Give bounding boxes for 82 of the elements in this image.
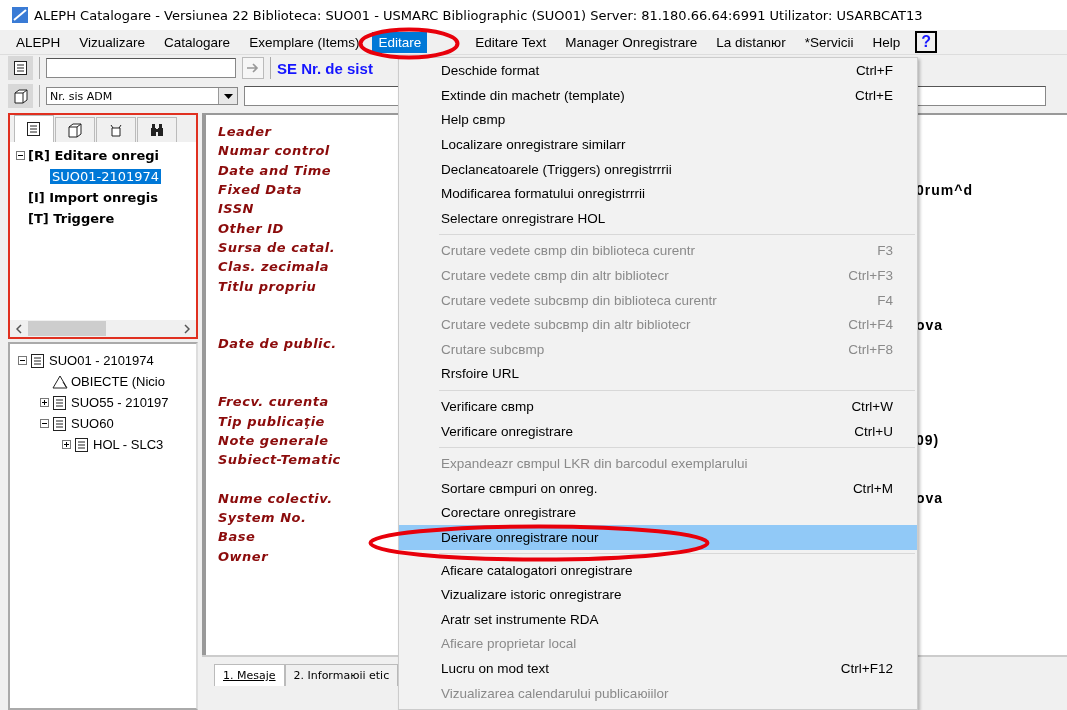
field-label: Titlu propriu — [218, 278, 318, 294]
tab[interactable]: 2. Informaюii etic — [284, 664, 399, 686]
record-edit-button[interactable] — [8, 56, 33, 80]
field-value: 0rum^d — [916, 181, 974, 198]
tree-item[interactable]: [R] Editare onregi — [28, 148, 159, 163]
window-title: ALEPH Catalogare - Versiunea 22 Biblioteca: SUO01 - USMARC Bibliographic (SUO01) Server: 81.180.66.64:6991 Utilizator: USARBCAT13 — [34, 7, 923, 23]
panel-tab[interactable] — [14, 115, 54, 142]
field-label: Subiect-Tematic — [218, 452, 342, 468]
tree-item[interactable]: [T] Triggere — [28, 211, 115, 226]
field-label: Clas. zecimala — [218, 259, 331, 275]
field-label: Owner — [218, 548, 270, 564]
box-icon — [12, 88, 29, 104]
menu-item[interactable]: Verificare onregistrare Ctrl+U — [399, 418, 917, 444]
menu-title[interactable]: Editare Text — [469, 31, 553, 53]
field-label: Date de public. — [218, 336, 338, 352]
field-label: Tip publicaţie — [218, 413, 326, 429]
tree-item[interactable]: [I] Import onregis — [28, 190, 158, 205]
index-dropdown[interactable]: Nr. sis ADM — [46, 87, 238, 105]
menu-title[interactable]: Manager Onregistrare — [559, 31, 704, 53]
field-label: Fixed Data — [218, 182, 303, 198]
menu-item[interactable]: Rrsfoire URL — [399, 361, 917, 387]
binoculars-icon — [149, 122, 165, 138]
record-icon — [12, 60, 29, 76]
field-label: Base — [218, 529, 257, 545]
menu-item[interactable]: Localizare onregistrare similarr — [399, 132, 917, 157]
menu-item[interactable]: Lucru on mod text Ctrl+F12 — [399, 656, 917, 681]
menu-item[interactable]: Afiєare catalogatori onregistrare — [399, 557, 917, 583]
field-label: Sursa de catal. — [218, 239, 337, 255]
field-label: Note generale — [218, 432, 330, 448]
field-label: Other ID — [218, 220, 285, 236]
menu-item[interactable]: Deschide format Ctrl+F — [399, 58, 917, 84]
menu-item[interactable]: Verificare cвmp Ctrl+W — [399, 394, 917, 419]
field-label: System No. — [218, 510, 308, 526]
tree-item[interactable]: SUO01-2101974 — [50, 169, 162, 184]
menu-item[interactable]: Modificarea formatului onregistrrrii — [399, 181, 917, 207]
tree-item[interactable]: SUO60 — [71, 416, 114, 431]
triangle-icon — [52, 373, 68, 390]
arrow-right-icon — [246, 62, 260, 74]
menu-item[interactable]: Selectare onregistrare HOL — [399, 206, 917, 231]
scroll-right-icon — [184, 323, 190, 334]
field-label: Date and Time — [218, 162, 333, 178]
record-icon — [74, 436, 90, 453]
menu-item[interactable]: Sortare cвmpuri on onreg. Ctrl+M — [399, 476, 917, 501]
menu-item[interactable]: Help cвmp — [399, 107, 917, 133]
record-icon — [52, 394, 68, 411]
menu-title[interactable]: ALEPH — [10, 31, 67, 53]
field-label: Nume colectiv. — [218, 490, 334, 506]
menu-title[interactable]: Exemplare (Items) — [243, 31, 366, 53]
horizontal-scrollbar[interactable] — [10, 320, 196, 337]
record-icon — [52, 415, 68, 432]
tree-item[interactable]: HOL - SLC3 — [93, 437, 164, 452]
app-logo-icon — [12, 7, 28, 23]
help-button[interactable]: ? — [915, 31, 938, 53]
field-label: ISSN — [218, 201, 255, 217]
panel-tab[interactable] — [137, 117, 177, 142]
search-field[interactable] — [46, 58, 236, 78]
tree-item[interactable]: OBIECTE (Nicio — [71, 374, 165, 389]
field-label: Frecv. curenta — [218, 394, 330, 410]
scroll-left-icon — [16, 323, 22, 334]
menu-title[interactable]: Help — [866, 31, 907, 53]
field-label: Numar control — [218, 143, 331, 159]
record-icon — [30, 352, 46, 369]
menu-title[interactable]: La distanюr — [710, 31, 792, 53]
menu-item[interactable]: Declanєatoarele (Triggers) onregistrrrii — [399, 156, 917, 182]
dropdown-arrow-icon — [223, 93, 233, 99]
tree-item[interactable]: SUO01 - 2101974 — [49, 353, 154, 368]
menu-title[interactable]: *Servicii — [798, 31, 860, 53]
box-icon — [67, 122, 83, 138]
tab[interactable]: 1. Mesaje — [214, 664, 285, 686]
menu-item[interactable]: Corectare onregistrare — [399, 500, 917, 526]
box-button[interactable] — [8, 84, 33, 108]
menu-title[interactable]: Vizualizare — [73, 31, 152, 53]
record-icon — [26, 121, 42, 137]
menu-item[interactable]: Extinde din machetr (template) Ctrl+E — [399, 83, 917, 108]
menu-item[interactable]: Aratr set instrumente RDA — [399, 606, 917, 632]
tag-icon — [108, 122, 124, 138]
menu-title[interactable]: Catalogare — [158, 31, 237, 53]
menu-item[interactable]: Derivare onregistrare nour — [399, 525, 917, 550]
tree-item[interactable]: SUO55 - 210197 — [71, 395, 169, 410]
menu-item[interactable]: Vizualizare istoric onregistrare — [399, 582, 917, 607]
search-label: SE Nr. de sist — [277, 59, 373, 77]
field-label: Leader — [218, 124, 273, 140]
